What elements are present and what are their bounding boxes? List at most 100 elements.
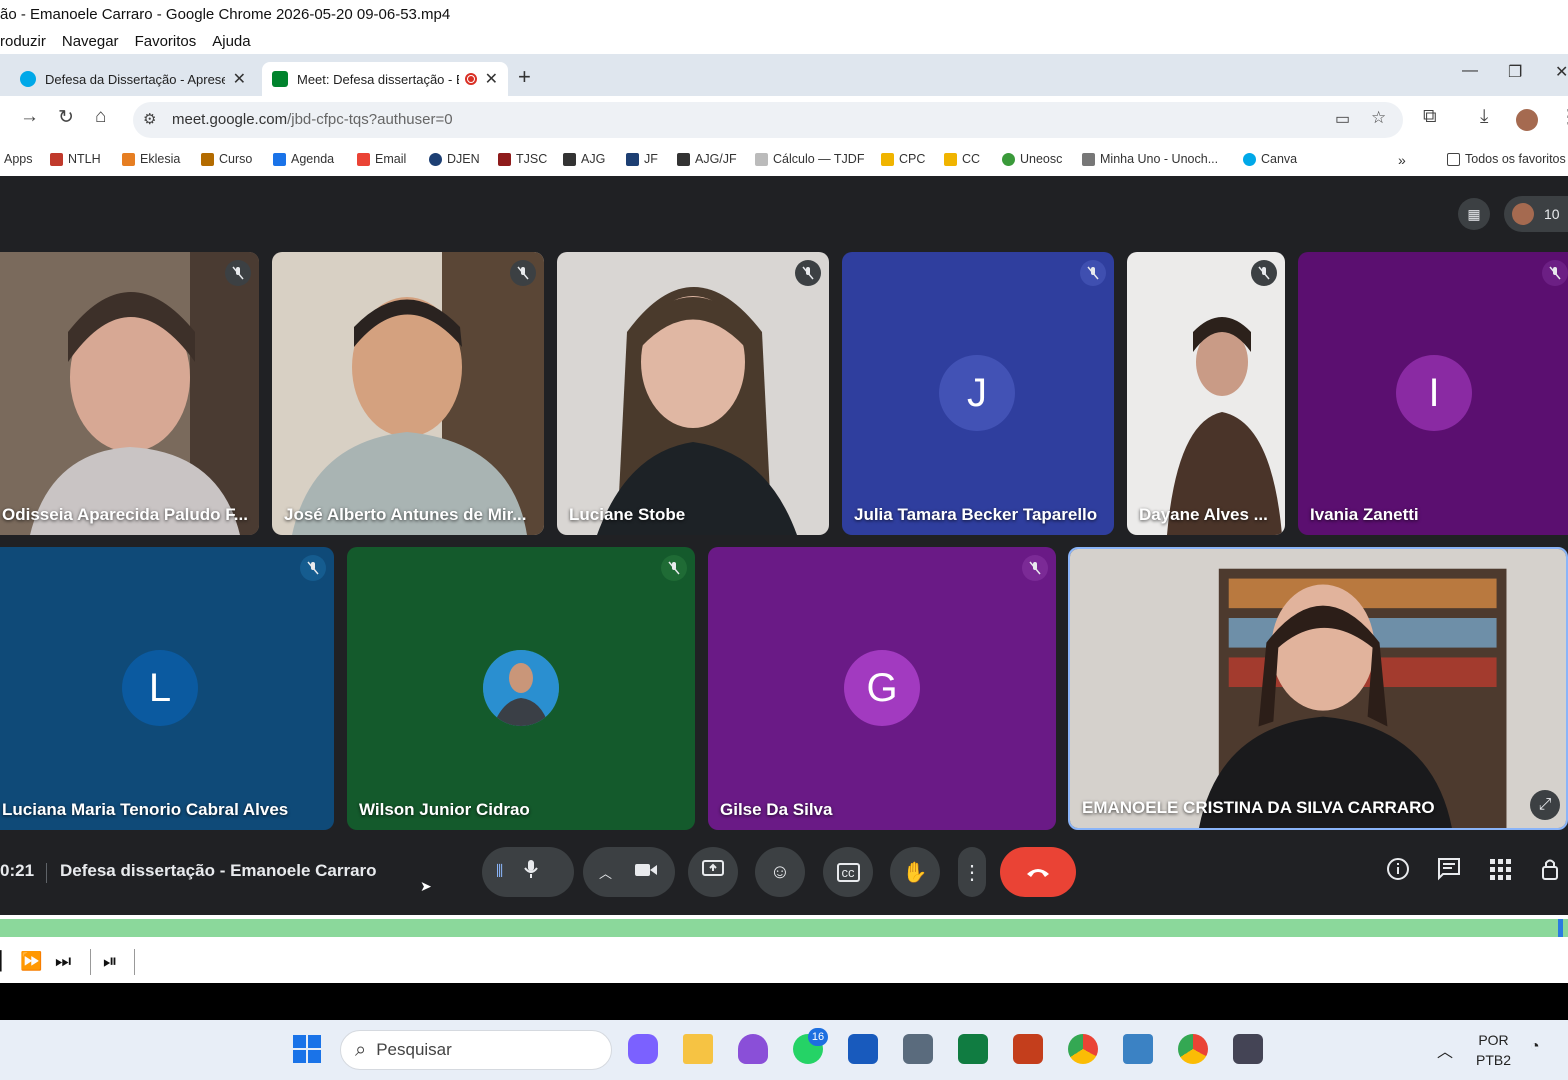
- file-explorer-icon[interactable]: [683, 1034, 713, 1064]
- address-bar[interactable]: ⚙ meet.google.com/jbd-cfpc-tqs?authuser=…: [133, 102, 1403, 138]
- participant-video: [1070, 549, 1566, 828]
- snipping-tool-icon[interactable]: [1123, 1034, 1153, 1064]
- profile-avatar[interactable]: [1516, 109, 1538, 131]
- bookmark-minha-uno[interactable]: Minha Uno - Unoch...: [1082, 152, 1218, 166]
- input-language[interactable]: POR PTB2: [1476, 1030, 1511, 1070]
- minimize-icon[interactable]: —: [1462, 62, 1478, 80]
- bookmark-uneosc[interactable]: Uneosc: [1002, 152, 1062, 166]
- mic-off-icon: [510, 260, 536, 286]
- chrome-profile-icon[interactable]: [1178, 1034, 1208, 1064]
- copilot-icon[interactable]: [628, 1034, 658, 1064]
- reload-icon[interactable]: ↻: [58, 106, 74, 129]
- bookmark-cc[interactable]: CC: [944, 152, 980, 166]
- mic-button[interactable]: ⫴: [482, 847, 574, 897]
- bookmark-apps[interactable]: Apps: [4, 152, 33, 166]
- word-icon[interactable]: [848, 1034, 878, 1064]
- raise-hand-button[interactable]: ✋: [890, 847, 940, 897]
- chevron-up-icon[interactable]: ︿: [1437, 1038, 1453, 1062]
- canva-icon: [20, 71, 36, 87]
- bookmark-jf[interactable]: JF: [626, 152, 658, 166]
- participant-tile[interactable]: G Gilse Da Silva: [708, 547, 1056, 830]
- eklesia-icon: [122, 152, 135, 166]
- chrome-menu-icon[interactable]: ⋮: [1559, 106, 1568, 129]
- app-icon[interactable]: [738, 1034, 768, 1064]
- menu-favoritos[interactable]: Favoritos: [135, 33, 197, 50]
- captions-button[interactable]: cc: [823, 847, 873, 897]
- chrome-icon[interactable]: [1068, 1034, 1098, 1064]
- participant-tile[interactable]: Odisseia Aparecida Paludo F...: [0, 252, 259, 535]
- seek-bar[interactable]: [0, 915, 1568, 941]
- bookmark-ajg[interactable]: AJG: [563, 152, 605, 166]
- step-frame-icon[interactable]: ⏯: [103, 951, 117, 972]
- bookmark-agenda[interactable]: Agenda: [273, 152, 334, 166]
- menu-reproduzir[interactable]: roduzir: [0, 33, 46, 50]
- download-icon[interactable]: ⤓: [1480, 106, 1488, 128]
- participant-tile[interactable]: I Ivania Zanetti: [1298, 252, 1568, 535]
- forward-icon[interactable]: →: [20, 106, 39, 128]
- bookmark-curso[interactable]: Curso: [201, 152, 252, 166]
- new-tab-icon[interactable]: +: [518, 64, 531, 90]
- leave-call-button[interactable]: [1000, 847, 1076, 897]
- bookmark-djen[interactable]: DJEN: [429, 152, 480, 166]
- tab-meet[interactable]: Meet: Defesa dissertação - E ✕: [262, 62, 508, 96]
- excel-icon[interactable]: [958, 1034, 988, 1064]
- participants-button[interactable]: 10: [1504, 196, 1568, 232]
- taskbar-search[interactable]: ⌕ Pesquisar: [340, 1030, 612, 1070]
- participant-tile[interactable]: L Luciana Maria Tenorio Cabral Alves: [0, 547, 334, 830]
- participant-video: [1127, 252, 1285, 535]
- bookmark-star-icon[interactable]: ☆: [1371, 108, 1386, 128]
- bookmark-ntlh[interactable]: NTLH: [50, 152, 101, 166]
- menu-navegar[interactable]: Navegar: [62, 33, 119, 50]
- bookmark-tjsc[interactable]: TJSC: [498, 152, 547, 166]
- chat-icon[interactable]: [1437, 857, 1461, 887]
- more-options-button[interactable]: ⋮: [958, 847, 986, 897]
- participant-tile[interactable]: Wilson Junior Cidrao: [347, 547, 695, 830]
- calculator-icon[interactable]: [903, 1034, 933, 1064]
- wifi-icon[interactable]: ◔: [1530, 1038, 1540, 1056]
- present-button[interactable]: [688, 847, 738, 897]
- previous-icon[interactable]: ▏: [0, 951, 14, 972]
- camera-in-use-icon[interactable]: ▭: [1335, 109, 1350, 129]
- host-controls-icon[interactable]: [1540, 857, 1564, 887]
- windows-start-icon[interactable]: [292, 1034, 322, 1064]
- bookmark-email[interactable]: Email: [357, 152, 406, 166]
- participant-tile[interactable]: Luciane Stobe: [557, 252, 829, 535]
- tab-title: Defesa da Dissertação - Apresen: [45, 71, 225, 87]
- chevron-up-icon: ︿: [599, 865, 613, 881]
- home-icon[interactable]: ⌂: [95, 106, 106, 128]
- fast-forward-icon[interactable]: ⏩: [20, 951, 42, 972]
- reactions-button[interactable]: ☺: [755, 847, 805, 897]
- ntlh-icon: [50, 152, 63, 166]
- participant-tile-active[interactable]: EMANOELE CRISTINA DA SILVA CARRARO ⤢: [1068, 547, 1568, 830]
- navigation-bar: → ↻ ⌂ ⚙ meet.google.com/jbd-cfpc-tqs?aut…: [0, 96, 1568, 144]
- extensions-icon[interactable]: ⧉: [1423, 106, 1437, 128]
- frame-self-icon[interactable]: ⤢: [1530, 790, 1560, 820]
- more-bookmarks-icon[interactable]: »: [1398, 152, 1406, 168]
- participant-tile[interactable]: José Alberto Antunes de Mir...: [272, 252, 544, 535]
- powerpoint-icon[interactable]: [1013, 1034, 1043, 1064]
- bookmark-ajg-jf[interactable]: AJG/JF: [677, 152, 737, 166]
- close-tab-icon[interactable]: ✕: [485, 69, 498, 89]
- meeting-info-icon[interactable]: [1386, 857, 1410, 887]
- participant-tile[interactable]: J Julia Tamara Becker Taparello: [842, 252, 1114, 535]
- bookmark-cpc[interactable]: CPC: [881, 152, 925, 166]
- close-window-icon[interactable]: ✕: [1555, 62, 1568, 82]
- site-info-icon[interactable]: ⚙: [143, 110, 156, 128]
- camera-button[interactable]: ︿: [583, 847, 675, 897]
- bookmark-canva[interactable]: Canva: [1243, 152, 1297, 166]
- next-icon[interactable]: ⏭: [55, 951, 71, 972]
- participant-count: 10: [1544, 206, 1560, 222]
- all-bookmarks-folder[interactable]: Todos os favoritos: [1447, 152, 1566, 166]
- restore-icon[interactable]: ❐: [1508, 62, 1522, 82]
- media-player-icon[interactable]: [1233, 1034, 1263, 1064]
- seek-handle[interactable]: [1558, 919, 1563, 937]
- captions-off-icon[interactable]: ▦: [1458, 198, 1490, 230]
- bookmark-eklesia[interactable]: Eklesia: [122, 152, 180, 166]
- tab-defesa-apresentacao[interactable]: Defesa da Dissertação - Apresen ✕: [10, 62, 256, 96]
- activities-icon[interactable]: [1488, 857, 1512, 887]
- bookmark-calculo-tjdf[interactable]: Cálculo — TJDF: [755, 152, 864, 166]
- close-tab-icon[interactable]: ✕: [233, 69, 246, 89]
- player-controls: ▏ ⏩ ⏭ ⏯: [0, 941, 1568, 983]
- menu-ajuda[interactable]: Ajuda: [212, 33, 250, 50]
- participant-tile[interactable]: Dayane Alves ...: [1127, 252, 1285, 535]
